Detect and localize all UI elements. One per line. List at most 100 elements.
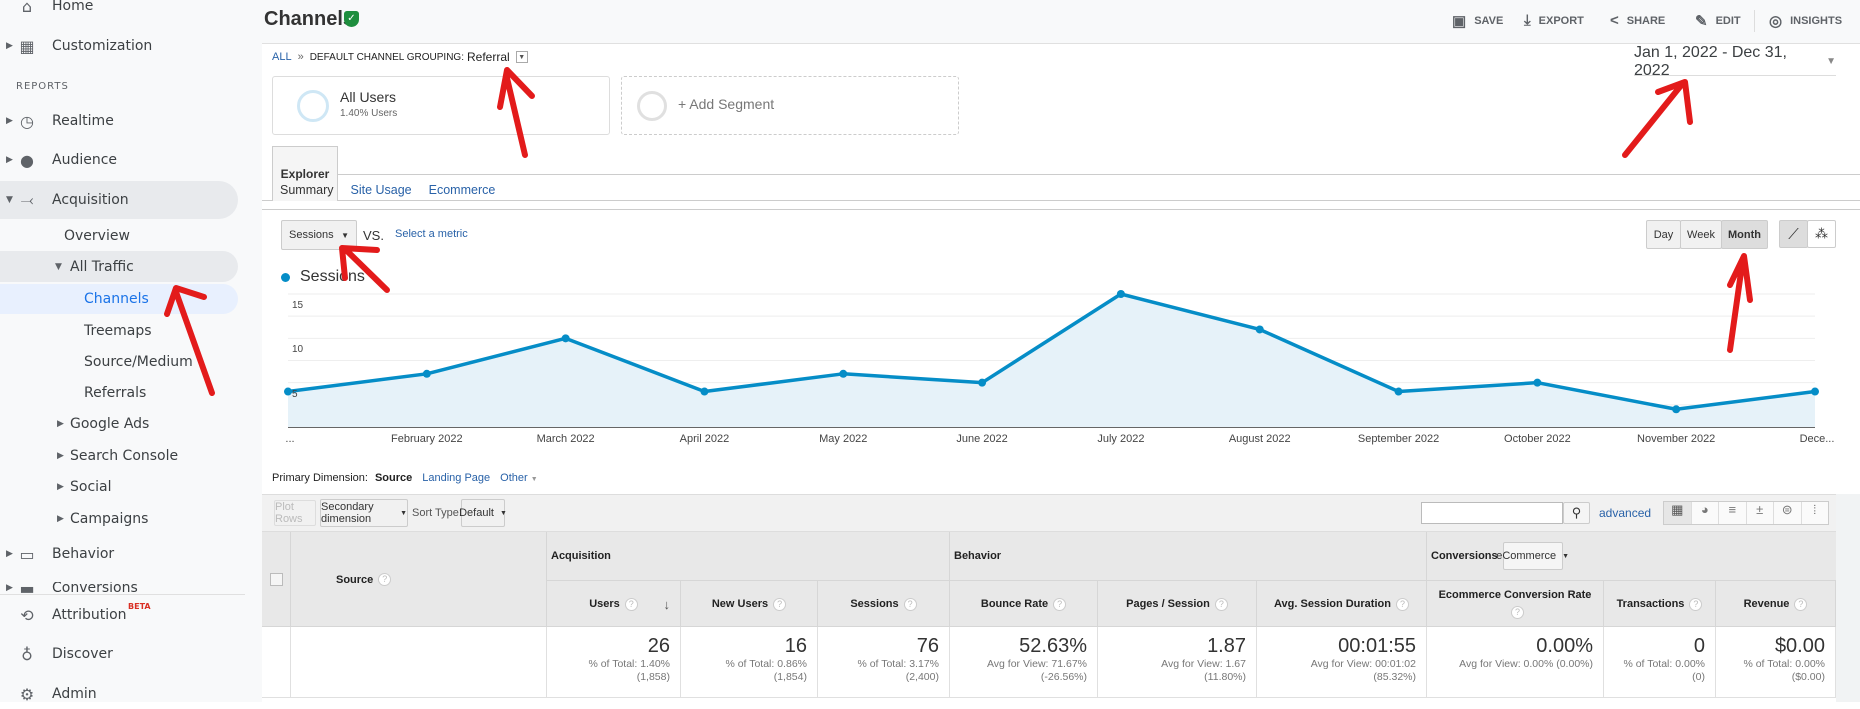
help-icon[interactable]: ? <box>903 597 917 611</box>
help-icon[interactable]: ? <box>1511 606 1524 619</box>
source-column-header[interactable]: Source? <box>291 532 547 627</box>
column-header-label: New Users <box>711 598 769 610</box>
total-subtext: ($0.00) <box>1791 671 1825 683</box>
sort-type-dropdown[interactable]: Default ▼ <box>459 499 507 527</box>
table-view-pie-icon[interactable]: ◕ <box>1692 502 1719 524</box>
data-point <box>1116 290 1125 298</box>
total-subtext: % of Total: 0.00% <box>1743 658 1825 670</box>
acquisition-group-header: Acquisition <box>547 532 950 580</box>
table-search-input[interactable] <box>1421 502 1563 524</box>
advanced-filter-link[interactable]: advanced <box>1599 506 1651 520</box>
table-view-term-cloud-icon[interactable]: ⊜ <box>1774 502 1802 524</box>
data-point <box>1394 387 1403 396</box>
total-subtext: (11.80%) <box>1204 671 1246 683</box>
dimension-other[interactable]: Other ▼ <box>500 472 538 484</box>
total-subtext: Avg for View: 71.67% <box>986 658 1087 670</box>
total-value: 1.87 <box>1207 635 1246 657</box>
data-point <box>1811 387 1819 396</box>
table-view-comparison-icon[interactable]: ± <box>1747 502 1774 524</box>
column-header[interactable]: Bounce Rate? <box>950 581 1098 627</box>
help-icon[interactable]: ? <box>1214 597 1228 611</box>
data-point <box>1255 325 1264 334</box>
help-icon[interactable]: ? <box>1794 597 1808 611</box>
total-subtext: (85.32%) <box>1373 671 1416 683</box>
table-view-switcher: ▦ ◕ ≡ ± ⊜ ⦙ <box>1663 501 1829 525</box>
data-point <box>978 378 987 387</box>
x-tick-label: August 2022 <box>1228 433 1291 445</box>
dimension-source[interactable]: Source <box>375 472 412 484</box>
x-tick-label: Dece... <box>1799 433 1835 445</box>
table-view-pivot-icon[interactable]: ⦙ <box>1802 502 1829 524</box>
total-value: 76 <box>916 635 939 657</box>
column-header[interactable]: Sessions? <box>818 581 950 627</box>
y-tick-label: 5 <box>292 388 298 400</box>
column-header-label: Avg. Session Duration <box>1274 598 1391 610</box>
totals-cell: $0.00% of Total: 0.00% ($0.00) <box>1716 627 1836 697</box>
totals-cell: 1.87 Avg for View: 1.67 (11.80%) <box>1098 627 1257 697</box>
totals-cell: 52.63% Avg for View: 71.67% (-26.56%) <box>950 627 1098 697</box>
column-header[interactable]: Avg. Session Duration? <box>1257 581 1427 627</box>
caret-down-icon: ▼ <box>400 509 407 517</box>
y-tick-label: 15 <box>292 300 304 311</box>
column-header[interactable]: Ecommerce Conversion Rate? <box>1427 581 1604 627</box>
table-view-performance-icon[interactable]: ≡ <box>1719 502 1747 524</box>
data-point <box>561 334 570 343</box>
table-view-data-icon[interactable]: ▦ <box>1664 502 1692 524</box>
help-icon[interactable]: ? <box>378 573 392 586</box>
caret-down-icon: ▼ <box>1562 552 1570 560</box>
primary-dimension-label: Primary Dimension: <box>272 472 368 484</box>
total-value: 52.63% <box>1019 635 1087 657</box>
column-header[interactable]: Transactions? <box>1604 581 1716 627</box>
totals-cell: 26% of Total: 1.40% (1,858) <box>547 627 681 697</box>
conversions-dropdown[interactable]: eCommerce ▼ <box>1496 542 1569 570</box>
sort-descending-icon[interactable]: ↓ <box>664 597 671 612</box>
totals-cell: 0% of Total: 0.00% (0) <box>1604 627 1716 697</box>
help-icon[interactable]: ? <box>773 597 787 611</box>
total-value: 00:01:55 <box>1338 635 1416 657</box>
column-header[interactable]: New Users? <box>681 581 818 627</box>
column-header[interactable]: Revenue? <box>1716 581 1836 627</box>
help-icon[interactable]: ? <box>1053 597 1067 611</box>
conversions-dropdown-label: eCommerce <box>1496 550 1557 562</box>
column-header-label: Pages / Session <box>1126 598 1210 610</box>
total-subtext: (-26.56%) <box>1040 671 1087 683</box>
sort-type-label: Sort Type: <box>412 507 462 519</box>
secondary-dimension-dropdown[interactable]: Secondary dimension ▼ <box>320 499 408 527</box>
x-tick-label: October 2022 <box>1504 433 1571 445</box>
x-tick-label: November 2022 <box>1637 433 1716 445</box>
search-button[interactable]: ⚲ <box>1563 502 1590 524</box>
total-subtext: Avg for View: 00:01:02 <box>1310 658 1416 670</box>
x-tick-label: ... <box>285 433 295 445</box>
totals-cell: 0.00% Avg for View: 0.00% (0.00%) <box>1427 627 1604 697</box>
x-tick-label: April 2022 <box>679 433 730 445</box>
dimension-landing-page[interactable]: Landing Page <box>422 472 490 484</box>
select-all-cell <box>263 532 291 627</box>
data-point <box>422 369 431 378</box>
conversions-label: Conversions <box>1431 550 1498 562</box>
help-icon[interactable]: ? <box>1689 597 1703 611</box>
plot-rows-button[interactable]: Plot Rows <box>274 500 316 526</box>
select-all-checkbox[interactable] <box>270 573 283 586</box>
search-icon: ⚲ <box>1571 505 1582 520</box>
data-point <box>839 369 848 378</box>
help-icon[interactable]: ? <box>1395 597 1409 611</box>
x-tick-label: September 2022 <box>1357 433 1440 445</box>
total-subtext: (2,400) <box>905 671 939 683</box>
total-value: 0.00% <box>1536 635 1593 657</box>
help-icon[interactable]: ? <box>624 597 638 611</box>
x-tick-label: February 2022 <box>391 433 463 445</box>
scrollbar-track[interactable] <box>1836 494 1860 702</box>
column-header[interactable]: Pages / Session? <box>1098 581 1257 627</box>
primary-dimension-bar: Primary Dimension: Source Landing Page O… <box>272 472 538 484</box>
column-header[interactable]: Users? ↓ <box>547 581 681 627</box>
sort-type-value: Default <box>459 507 494 519</box>
column-header-label: Transactions <box>1616 598 1685 610</box>
column-header-label: Bounce Rate <box>980 598 1049 610</box>
source-header-label: Source <box>336 573 374 586</box>
data-point <box>700 387 709 396</box>
totals-row-bottom <box>262 697 1836 698</box>
total-subtext: % of Total: 0.86% <box>725 658 807 670</box>
total-subtext: % of Total: 0.00% <box>1623 658 1705 670</box>
totals-cell: 76% of Total: 3.17% (2,400) <box>818 627 950 697</box>
column-header-label: Users <box>589 598 620 610</box>
